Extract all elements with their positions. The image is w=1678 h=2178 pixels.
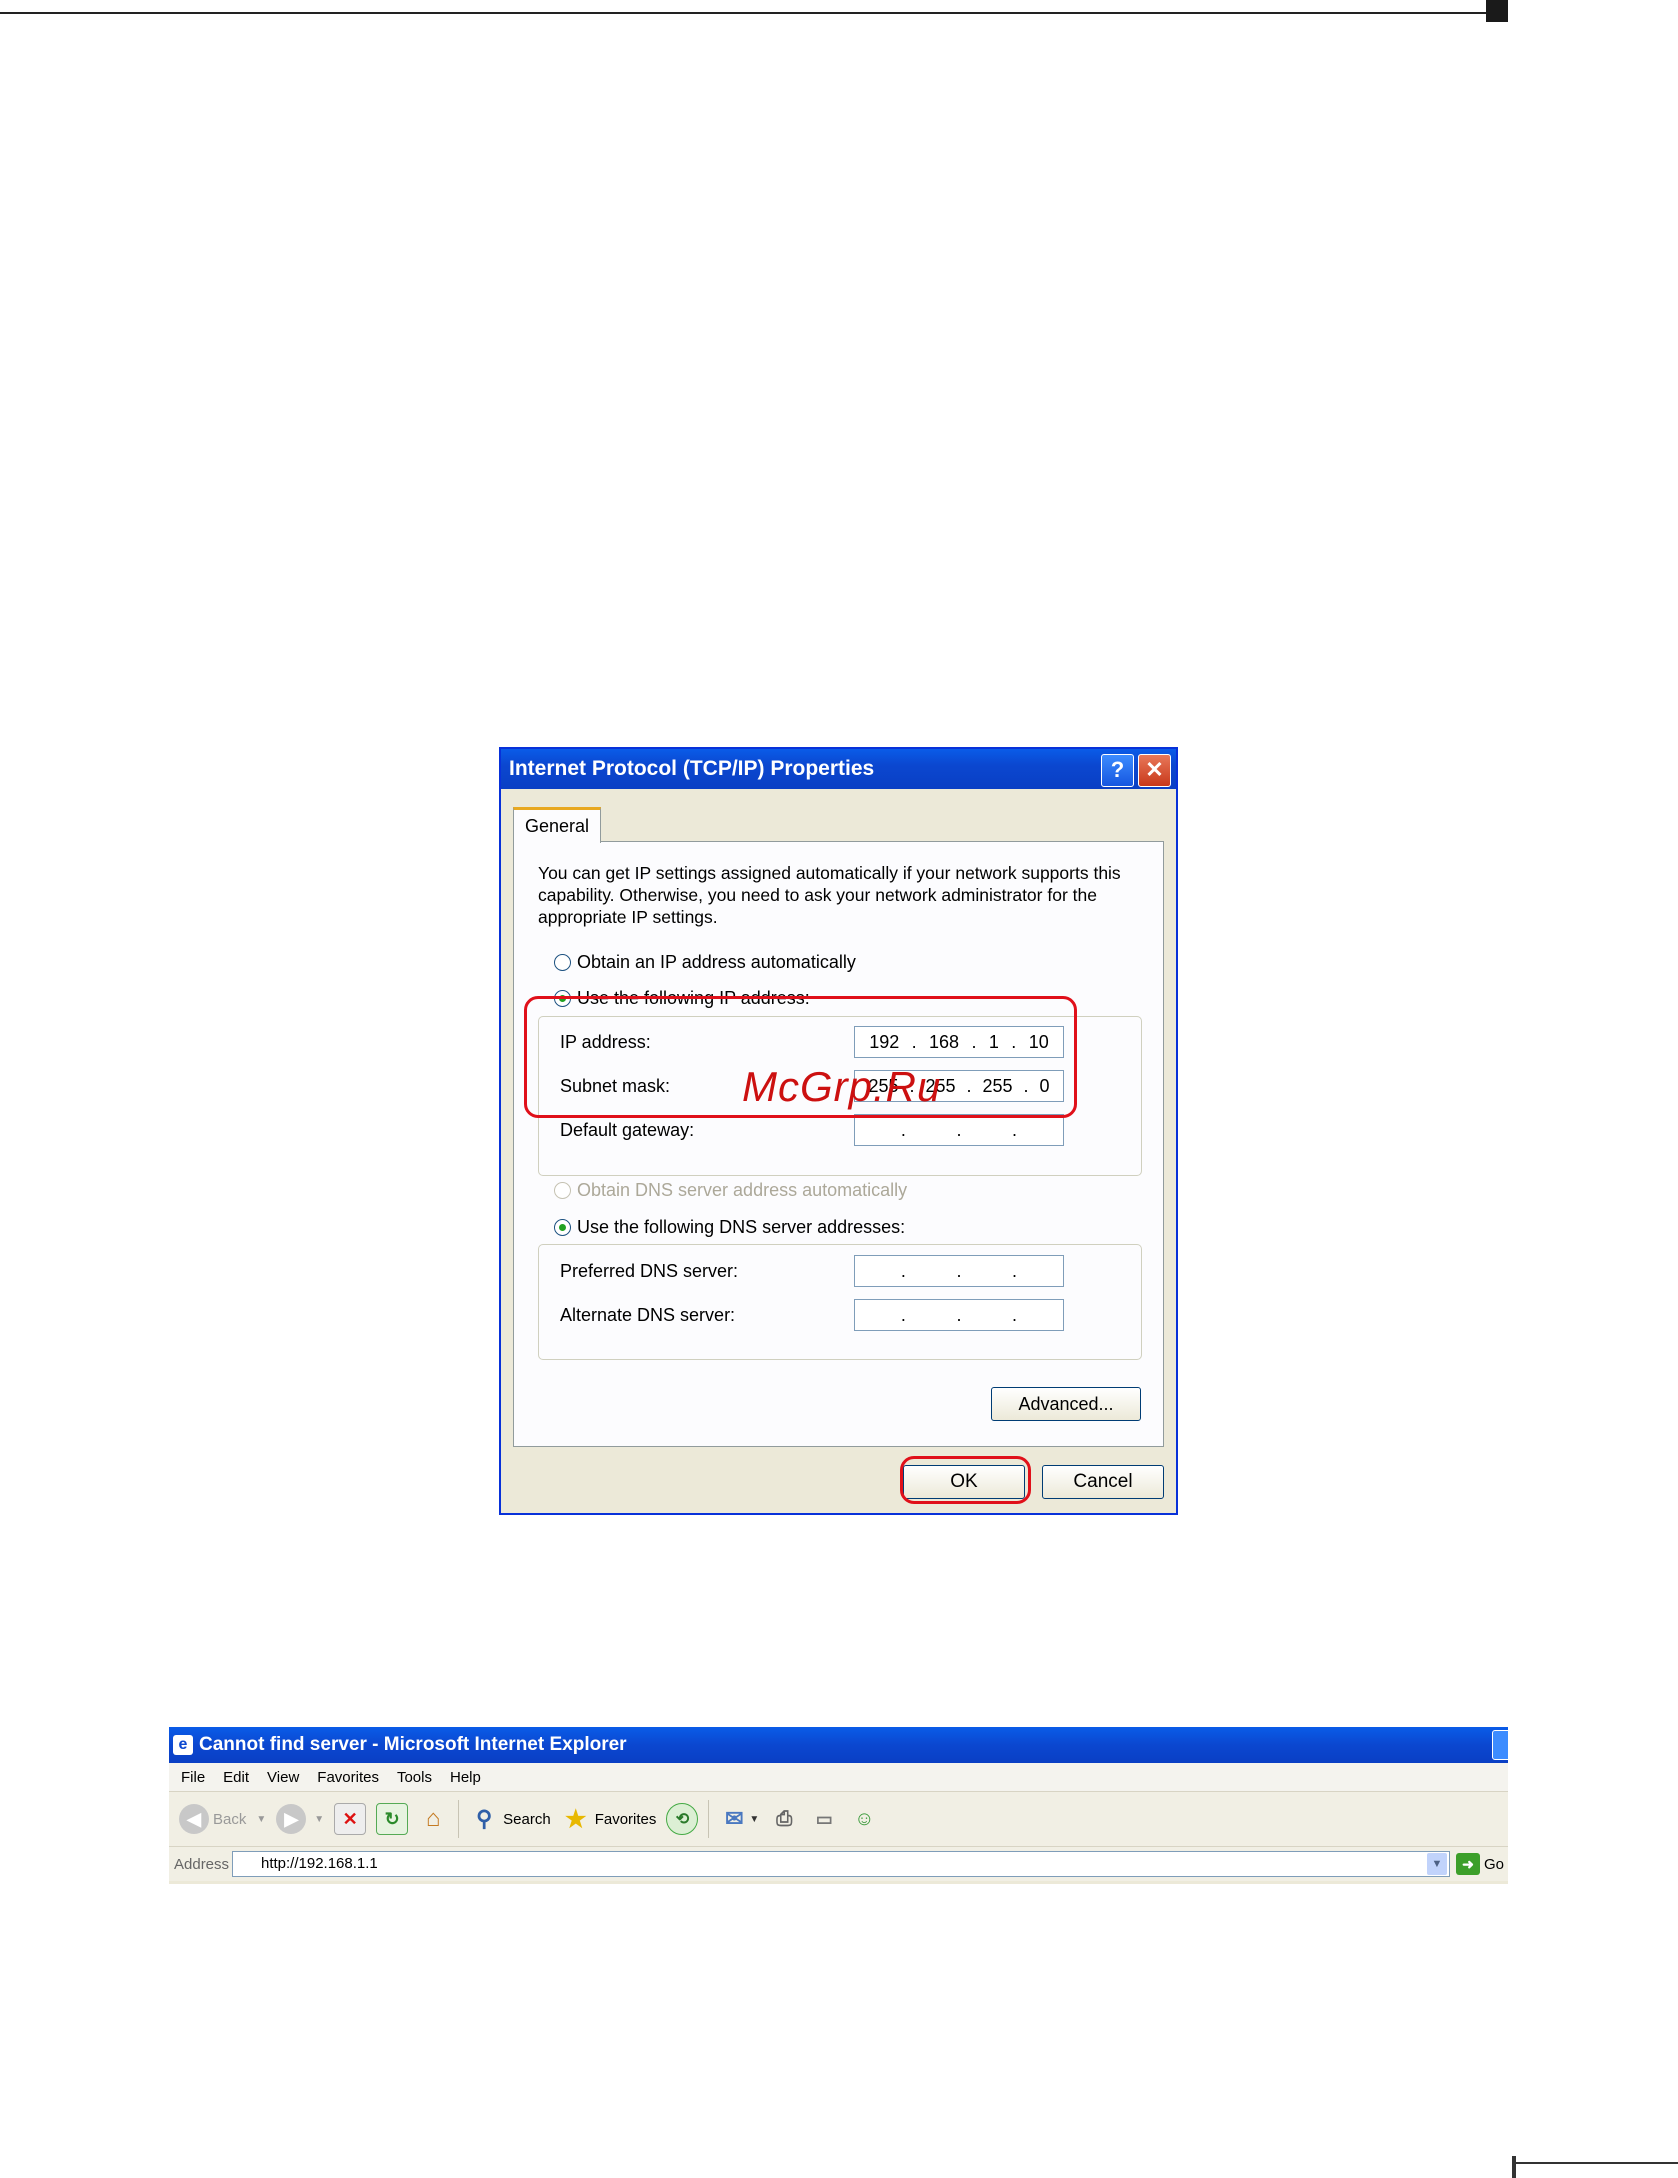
- ie-window: e Cannot find server - Microsoft Interne…: [169, 1727, 1508, 1884]
- dialog-title: Internet Protocol (TCP/IP) Properties: [509, 757, 875, 780]
- maximize-icon[interactable]: [1492, 1730, 1508, 1760]
- alternate-dns-field[interactable]: ...: [854, 1299, 1064, 1331]
- mail-icon: ✉: [725, 1806, 744, 1831]
- ip-octet-4: 10: [1028, 1032, 1049, 1052]
- bottom-rule: [1515, 2162, 1678, 2164]
- radio-auto-ip[interactable]: [554, 953, 571, 971]
- default-gateway-label: Default gateway:: [560, 1120, 695, 1140]
- advanced-button[interactable]: Advanced...: [991, 1387, 1141, 1421]
- alternate-dns-label: Alternate DNS server:: [560, 1305, 736, 1325]
- ip-octet-3: 1: [988, 1032, 999, 1052]
- address-label: Address: [174, 1855, 230, 1873]
- radio-manual-dns-label: Use the following DNS server addresses:: [577, 1217, 906, 1237]
- toolbar-separator-2: [708, 1800, 710, 1838]
- address-bar: Address http://192.168.1.1 ▼ ➜ Go: [169, 1847, 1508, 1881]
- toolbar: ◀ Back ▼ ▶ ▼ ✕ ↻ ⌂ ⚲ Search ★ Favorites …: [169, 1792, 1508, 1847]
- preferred-dns-field[interactable]: ...: [854, 1255, 1064, 1287]
- general-panel: You can get IP settings assigned automat…: [513, 841, 1164, 1447]
- toolbar-separator: [458, 1800, 460, 1838]
- search-label: Search: [503, 1810, 551, 1828]
- edit-button[interactable]: ▭: [809, 1804, 839, 1834]
- ie-logo-icon: e: [173, 1735, 193, 1755]
- refresh-button[interactable]: ↻: [376, 1803, 409, 1835]
- print-button[interactable]: ⎙: [769, 1804, 799, 1834]
- close-icon[interactable]: ✕: [1138, 754, 1171, 787]
- go-button[interactable]: ➜ Go: [1455, 1853, 1504, 1875]
- mail-button[interactable]: ✉ ▼: [719, 1804, 759, 1834]
- print-icon: ⎙: [776, 1807, 793, 1830]
- ok-button[interactable]: OK: [903, 1465, 1025, 1499]
- radio-manual-dns[interactable]: [554, 1218, 571, 1236]
- back-button[interactable]: ◀ Back ▼: [179, 1804, 266, 1834]
- address-dropdown-icon[interactable]: ▼: [1426, 1853, 1447, 1875]
- messenger-button[interactable]: ☺: [849, 1804, 879, 1834]
- subnet-octet-3: 255: [982, 1076, 1013, 1096]
- watermark: McGrp.Ru: [742, 1063, 942, 1110]
- forward-dropdown-icon[interactable]: ▼: [314, 1814, 324, 1825]
- star-icon: ★: [564, 1805, 587, 1833]
- go-label: Go: [1483, 1855, 1504, 1873]
- mail-dropdown-icon[interactable]: ▼: [749, 1814, 759, 1825]
- ip-address-label: IP address:: [560, 1032, 651, 1052]
- back-label: Back: [213, 1810, 247, 1828]
- tcpip-properties-dialog: Internet Protocol (TCP/IP) Properties ? …: [499, 747, 1178, 1515]
- menu-view[interactable]: View: [267, 1769, 299, 1786]
- ip-address-field[interactable]: 192. 168. 1. 10: [854, 1026, 1064, 1058]
- history-icon: ⟲: [666, 1803, 699, 1835]
- radio-manual-ip-label: Use the following IP address:: [577, 988, 810, 1008]
- subnet-mask-label: Subnet mask:: [560, 1076, 671, 1096]
- menu-help[interactable]: Help: [450, 1769, 481, 1786]
- messenger-icon: ☺: [854, 1807, 875, 1830]
- back-arrow-icon: ◀: [179, 1804, 209, 1834]
- ie-titlebar: e Cannot find server - Microsoft Interne…: [169, 1727, 1508, 1763]
- forward-button[interactable]: ▶ ▼: [276, 1804, 324, 1834]
- menu-bar: File Edit View Favorites Tools Help: [169, 1763, 1508, 1792]
- radio-auto-dns-label: Obtain DNS server address automatically: [577, 1180, 908, 1200]
- menu-favorites[interactable]: Favorites: [317, 1769, 379, 1786]
- edit-icon: ▭: [815, 1808, 833, 1829]
- radio-auto-dns[interactable]: [554, 1181, 571, 1199]
- ip-octet-1: 192: [869, 1032, 900, 1052]
- favorites-button[interactable]: ★ Favorites: [561, 1804, 657, 1834]
- go-arrow-icon: ➜: [1455, 1853, 1480, 1875]
- page-corner-block: [1486, 0, 1508, 22]
- favorites-label: Favorites: [594, 1810, 657, 1828]
- forward-arrow-icon: ▶: [276, 1804, 307, 1834]
- refresh-icon: ↻: [376, 1803, 409, 1835]
- home-button[interactable]: ⌂: [418, 1804, 448, 1834]
- stop-icon: ✕: [334, 1803, 367, 1835]
- radio-auto-ip-row[interactable]: Obtain an IP address automatically: [554, 950, 856, 974]
- search-icon: ⚲: [476, 1806, 493, 1831]
- cancel-button[interactable]: Cancel: [1042, 1465, 1164, 1499]
- bottom-tick: [1512, 2156, 1516, 2178]
- radio-manual-ip-row[interactable]: Use the following IP address:: [554, 986, 818, 1010]
- preferred-dns-label: Preferred DNS server:: [560, 1261, 739, 1281]
- stop-button[interactable]: ✕: [334, 1803, 367, 1835]
- subnet-octet-4: 0: [1039, 1076, 1050, 1096]
- dialog-titlebar: Internet Protocol (TCP/IP) Properties ? …: [501, 749, 1176, 789]
- address-value: http://192.168.1.1: [261, 1855, 378, 1872]
- ie-title: Cannot find server - Microsoft Internet …: [199, 1734, 627, 1755]
- intro-text: You can get IP settings assigned automat…: [538, 863, 1121, 927]
- address-input[interactable]: http://192.168.1.1 ▼: [232, 1851, 1450, 1877]
- menu-edit[interactable]: Edit: [223, 1769, 249, 1786]
- default-gateway-field[interactable]: ...: [854, 1114, 1064, 1146]
- back-dropdown-icon[interactable]: ▼: [256, 1814, 266, 1825]
- tab-general[interactable]: General: [513, 807, 601, 843]
- help-icon[interactable]: ?: [1101, 754, 1134, 787]
- radio-manual-ip[interactable]: [554, 989, 571, 1007]
- ip-octet-2: 168: [929, 1032, 960, 1052]
- search-button[interactable]: ⚲ Search: [469, 1804, 551, 1834]
- menu-file[interactable]: File: [181, 1769, 205, 1786]
- radio-auto-ip-label: Obtain an IP address automatically: [577, 952, 856, 972]
- radio-manual-dns-row[interactable]: Use the following DNS server addresses:: [554, 1215, 914, 1239]
- history-button[interactable]: ⟲: [666, 1803, 699, 1835]
- top-rule: [0, 12, 1490, 14]
- radio-auto-dns-row[interactable]: Obtain DNS server address automatically: [554, 1178, 907, 1202]
- home-icon: ⌂: [425, 1805, 441, 1832]
- menu-tools[interactable]: Tools: [397, 1769, 432, 1786]
